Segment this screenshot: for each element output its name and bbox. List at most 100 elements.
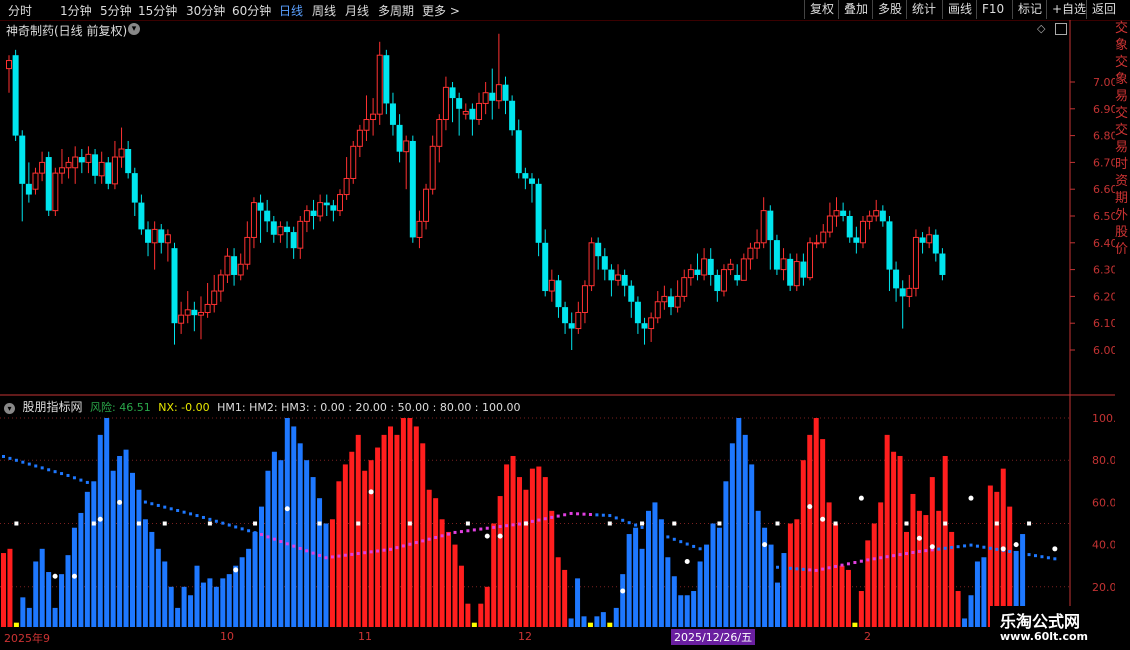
indicator-bar [910, 493, 916, 627]
period-tab[interactable]: 多周期 [378, 2, 414, 19]
indicator-bar [484, 586, 490, 627]
indicator-bar [59, 574, 65, 627]
period-tab[interactable]: 更多 > [422, 2, 460, 19]
candle-body [926, 234, 933, 244]
toolbar-button[interactable]: 标记 [1012, 0, 1047, 19]
indicator-bar [858, 591, 864, 627]
toolbar-button[interactable]: F10 [976, 0, 1009, 19]
trend-dot [827, 566, 831, 570]
trend-dot [576, 512, 580, 516]
period-tab[interactable]: 周线 [312, 2, 336, 19]
period-tab[interactable]: 60分钟 [232, 2, 271, 19]
indicator-bar [613, 607, 619, 627]
period-tab[interactable]: 30分钟 [186, 2, 225, 19]
toolbar-button[interactable]: 叠加 [838, 0, 873, 19]
trend-dot [846, 562, 850, 566]
side-strip-char: 交 [1115, 123, 1129, 138]
trend-dot [505, 524, 509, 528]
price-tick-label: 6.60 [1093, 183, 1115, 196]
candle-body [754, 242, 761, 249]
period-tab[interactable]: 月线 [345, 2, 369, 19]
candle-body [601, 256, 608, 270]
period-tab[interactable]: 日线 [279, 2, 303, 19]
trend-dot [414, 541, 418, 545]
candle-body [528, 178, 535, 184]
toolbar-button[interactable]: 复权 [804, 0, 839, 19]
candle-body [45, 157, 52, 211]
trend-dot [60, 472, 64, 476]
period-tab[interactable]: 1分钟 [60, 2, 92, 19]
candle-body [310, 210, 317, 216]
indicator-bar [123, 449, 129, 627]
indicator-bar [697, 561, 703, 627]
indicator-bar [626, 534, 632, 627]
indicator-bar [723, 481, 729, 627]
trend-dot [305, 549, 309, 553]
indicator-bar [916, 510, 922, 627]
trend-dot [40, 466, 44, 470]
indicator-bar [78, 512, 84, 627]
period-tab[interactable]: 5分钟 [100, 2, 132, 19]
indicator-bar [142, 519, 148, 627]
trend-dot [859, 559, 863, 563]
signal-dot [916, 535, 922, 541]
toolbar-button[interactable]: 多股 [872, 0, 907, 19]
trend-dot [311, 551, 315, 555]
candle-body [939, 253, 946, 275]
side-panel-strip[interactable]: 交象交象易交交易时资期外股价 [1115, 20, 1130, 400]
toolbar-button[interactable]: 返回 [1086, 0, 1121, 19]
signal-dot [1000, 546, 1006, 552]
indicator-bar [213, 586, 219, 627]
toolbar-button[interactable]: 画线 [942, 0, 977, 19]
indicator-bar [226, 574, 232, 627]
candle-body [687, 269, 694, 279]
trend-dot [717, 553, 721, 557]
candle-body [416, 220, 423, 238]
period-tab[interactable]: 15分钟 [138, 2, 177, 19]
trend-dot [8, 456, 12, 460]
signal-dot [929, 544, 935, 550]
top-toolbar: 分时 1分钟 5分钟 15分钟 30分钟 60分钟 日线 周线 月线 多周期 更多 > 复权 叠加 多股统… [0, 0, 1130, 21]
trend-dot [285, 542, 289, 546]
candle-body [250, 202, 257, 238]
candle-body [78, 157, 85, 163]
indicator-bar [768, 544, 774, 627]
indicator-chart[interactable]: 100.0 80.00 60.00 40.00 20.00 [0, 396, 1115, 628]
trend-dot [724, 555, 728, 559]
trend-dot [395, 546, 399, 550]
indicator-bar [252, 531, 258, 627]
candle-body [363, 119, 370, 131]
indicator-bar [555, 557, 561, 627]
date-label: 11 [358, 630, 372, 643]
indicator-bar [265, 470, 271, 627]
candle-body [840, 210, 847, 216]
indicator-bar [833, 523, 839, 627]
candle-body [52, 172, 59, 212]
side-strip-char: 交 [1115, 106, 1129, 121]
price-tick-label: 6.20 [1093, 290, 1115, 303]
toolbar-button[interactable]: 统计 [906, 0, 941, 19]
period-tab[interactable]: 分时 [8, 2, 32, 19]
indicator-bar [162, 561, 168, 627]
indicator-tick-label: 20.00 [1092, 581, 1115, 594]
candle-body [284, 226, 291, 233]
candle-body [648, 317, 655, 330]
candlestick-chart[interactable]: 7.00 6.90 6.80 6.70 6.60 6.50 6.40 6.30 6.20 6.10… [0, 20, 1115, 396]
level-marker [833, 521, 838, 526]
indicator-bar [729, 443, 735, 627]
indicator-bar [704, 544, 710, 627]
toolbar-button[interactable]: +自选 [1046, 0, 1091, 19]
indicator-bar [284, 418, 290, 627]
candle-body [800, 261, 807, 278]
trend-dot [898, 553, 902, 557]
trend-dot [769, 565, 773, 569]
trend-dot [169, 507, 173, 511]
indicator-bar [523, 489, 529, 627]
candle-body [562, 307, 569, 324]
trend-dot [21, 460, 25, 464]
candle-body [853, 237, 860, 243]
candle-body [65, 161, 72, 169]
candle-body [535, 183, 542, 243]
trend-dot [363, 551, 367, 555]
indicator-bar [813, 418, 819, 627]
